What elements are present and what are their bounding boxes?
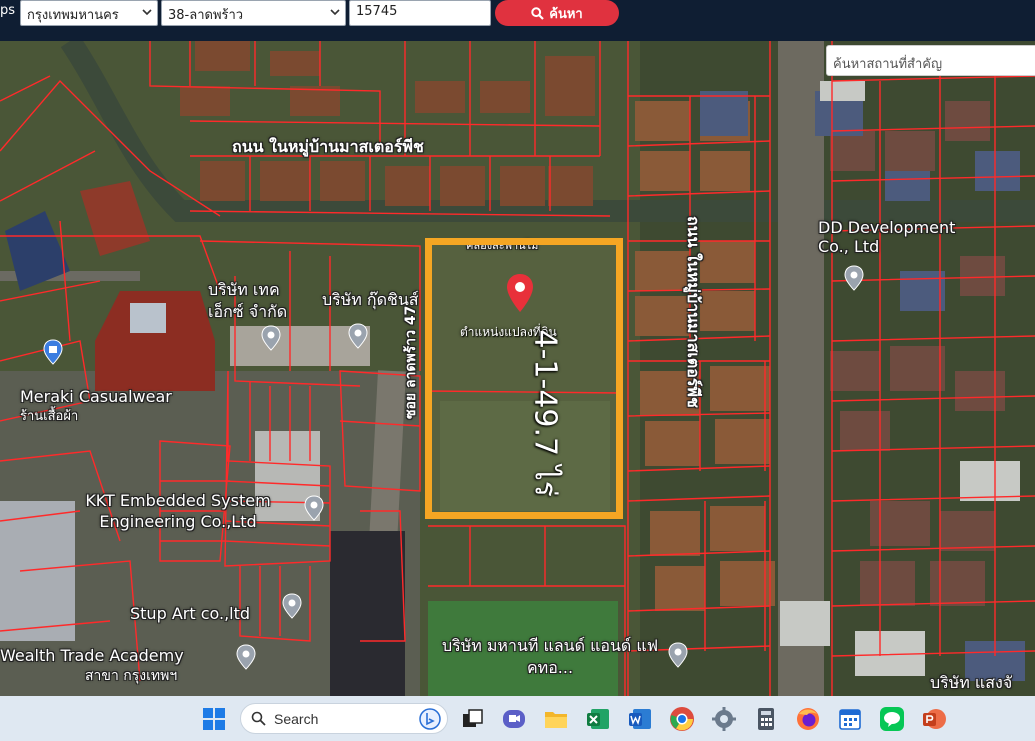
search-button[interactable]: ค้นหา <box>495 0 619 26</box>
meet-icon[interactable] <box>501 706 527 732</box>
place-kudchin-company[interactable]: บริษัท กุ๊ดชินส์ <box>322 288 419 313</box>
parcel-number-input[interactable]: 15745 <box>349 0 491 26</box>
road-label-soi: ซอย ลาดพร้าว 47 <box>403 305 419 419</box>
line-icon[interactable] <box>879 706 905 732</box>
map-marker-icon[interactable] <box>347 323 369 349</box>
search-icon <box>531 6 545 20</box>
place-search-input[interactable]: ค้นหาสถานที่สำคัญ <box>826 45 1035 76</box>
toolbar-prefix: ps <box>0 3 16 18</box>
place-wealth-trade-subtitle: สาขา กรุงเทพฯ <box>85 668 178 684</box>
chevron-down-icon <box>330 9 340 16</box>
taskbar-search-label: Search <box>274 710 319 727</box>
excel-icon[interactable] <box>585 706 611 732</box>
place-stup-art[interactable]: Stup Art co.,ltd <box>130 604 250 623</box>
file-explorer-icon[interactable] <box>543 706 569 732</box>
powerpoint-icon[interactable] <box>921 706 947 732</box>
settings-icon[interactable] <box>711 706 737 732</box>
place-wealth-trade[interactable]: Wealth Trade Academy <box>0 646 184 665</box>
chrome-icon[interactable] <box>669 706 695 732</box>
map-marker-icon[interactable] <box>843 265 865 291</box>
place-kkt[interactable]: KKT Embedded System Engineering Co.,Ltd <box>58 490 298 532</box>
calendar-icon[interactable] <box>837 706 863 732</box>
location-pin-icon[interactable] <box>504 273 536 313</box>
word-icon[interactable] <box>627 706 653 732</box>
task-view-icon[interactable] <box>460 706 486 732</box>
shopping-marker-icon[interactable] <box>42 339 64 365</box>
place-mahanakhon-land[interactable]: บริษัท มหานที แลนด์ แอนด์ แฟ คทอ... <box>440 635 660 679</box>
place-meraki[interactable]: Meraki Casualwear <box>20 387 172 406</box>
place-bottom-right[interactable]: บริษัท แสงจั <box>930 671 1012 696</box>
search-icon <box>251 711 266 726</box>
map-marker-icon[interactable] <box>303 495 325 521</box>
road-label-masterpiece: ถนน ในหมู่บ้านมาสเตอร์พีช <box>232 137 424 156</box>
place-dd-development[interactable]: DD Development Co., Ltd <box>818 218 988 256</box>
chevron-down-icon <box>142 9 152 16</box>
parcel-area-label: 4-1-49.7 ไร่ <box>527 329 563 497</box>
place-tech-company[interactable]: บริษัท เทค เอ็กซ์ จำกัด <box>208 279 318 323</box>
place-meraki-subtitle: ร้านเสื้อผ้า <box>20 409 79 424</box>
parcel-number-value: 15745 <box>356 4 398 19</box>
browser-viewport: ps กรุงเทพมหานคร 38-ลาดพร้าว 15745 ค้นหา <box>0 0 1035 741</box>
calculator-icon[interactable] <box>753 706 779 732</box>
place-search-placeholder: ค้นหาสถานที่สำคัญ <box>833 57 943 72</box>
map-marker-icon[interactable] <box>667 642 689 668</box>
bing-icon <box>419 708 441 730</box>
search-button-label: ค้นหา <box>549 6 583 22</box>
province-select-value: กรุงเทพมหานคร <box>27 8 119 23</box>
map-marker-icon[interactable] <box>260 325 282 351</box>
firefox-icon[interactable] <box>795 706 821 732</box>
taskbar-search-box[interactable]: Search <box>240 703 448 734</box>
search-toolbar: ps กรุงเทพมหานคร 38-ลาดพร้าว 15745 ค้นหา <box>0 0 1035 41</box>
province-select[interactable]: กรุงเทพมหานคร <box>20 0 158 26</box>
windows-taskbar: Search <box>0 696 1035 741</box>
district-select[interactable]: 38-ลาดพร้าว <box>161 0 346 26</box>
district-select-value: 38-ลาดพร้าว <box>168 8 244 23</box>
satellite-map[interactable]: ค้นหาสถานที่สำคัญ ถนน ในหมู่บ้านมาสเตอร์… <box>0 41 1035 696</box>
road-label-masterpiece-vertical: ถนน ในหมู่บ้านมาสเตอร์พีช <box>684 216 703 408</box>
map-marker-icon[interactable] <box>235 644 257 670</box>
map-marker-icon[interactable] <box>281 593 303 619</box>
windows-start-icon[interactable] <box>203 708 225 730</box>
